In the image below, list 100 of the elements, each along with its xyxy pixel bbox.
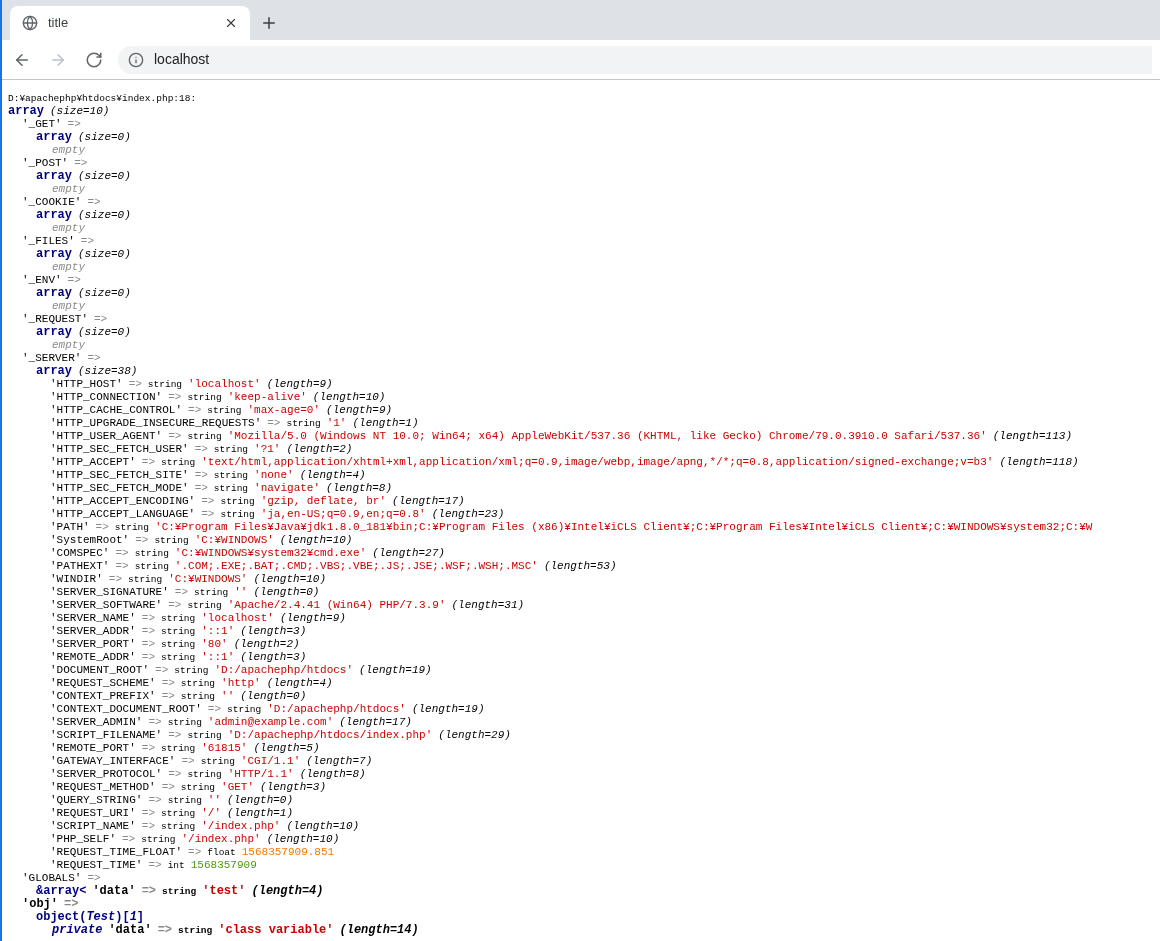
empty-label: empty [52, 261, 85, 274]
type-label: string [180, 690, 216, 703]
string-value: 'localhost' [201, 612, 274, 625]
array-key: 'SERVER_NAME' [50, 612, 136, 625]
array-key: 'SERVER_SIGNATURE' [50, 586, 169, 599]
type-label: string [147, 378, 183, 391]
arrow-operator: => [141, 820, 156, 833]
string-value: '61815' [201, 742, 248, 755]
length-info: (length=0) [240, 690, 307, 703]
type-label: array [36, 248, 72, 261]
type-label: string [187, 599, 222, 612]
array-key: 'REQUEST_URI' [50, 807, 136, 820]
type-label: string [207, 404, 242, 417]
string-value: 'C:¥WINDOWS¥system32¥cmd.exe' [174, 547, 367, 560]
arrow-operator: => [80, 235, 94, 248]
type-label: string [141, 833, 176, 846]
type-label: string [161, 456, 196, 469]
arrow-operator: => [207, 703, 222, 716]
type-label: string [174, 664, 209, 677]
new-tab-icon[interactable] [260, 14, 278, 32]
length-info: (length=4) [251, 885, 324, 898]
type-label: string [162, 885, 197, 898]
string-value: 'class variable' [218, 924, 334, 937]
string-value: 'ja,en-US;q=0.9,en;q=0.8' [260, 508, 426, 521]
array-key: 'HTTP_HOST' [50, 378, 123, 391]
string-value: 'localhost' [188, 378, 261, 391]
string-value: '80' [201, 638, 228, 651]
arrow-operator: => [141, 456, 156, 469]
type-label: object(Test)[1] [36, 911, 145, 924]
address-field[interactable]: localhost [118, 45, 1152, 74]
type-label: array [36, 287, 72, 300]
string-value: '::1' [201, 651, 235, 664]
string-value: 'test' [202, 885, 246, 898]
arrow-operator: => [67, 274, 81, 287]
empty-label: empty [52, 339, 85, 352]
length-info: (length=31) [451, 599, 525, 612]
arrow-operator: => [161, 690, 175, 703]
array-key: 'HTTP_CACHE_CONTROL' [50, 404, 183, 417]
arrow-operator: => [168, 729, 182, 742]
length-info: (length=10) [253, 573, 327, 586]
size-info: (size=10) [50, 105, 110, 118]
length-info: (length=4) [299, 469, 366, 482]
globe-icon [22, 15, 38, 31]
type-label: string [286, 417, 321, 430]
string-value: 'C:¥WINDOWS' [194, 534, 274, 547]
length-info: (length=3) [260, 781, 327, 794]
length-info: (length=1) [352, 417, 419, 430]
string-value: '.COM;.EXE;.BAT;.CMD;.VBS;.VBE;.JS;.JSE;.WSF;.WSH;.MSC' [174, 560, 538, 573]
size-info: (size=0) [78, 170, 131, 183]
length-info: (length=2) [233, 638, 300, 651]
arrow-operator: => [141, 638, 156, 651]
string-value: '/index.php' [201, 820, 281, 833]
array-key: 'HTTP_USER_AGENT' [50, 430, 163, 443]
array-key: 'REQUEST_TIME' [50, 859, 143, 872]
arrow-operator: => [141, 885, 157, 898]
visibility-label: private [52, 924, 103, 937]
string-value: 'C:¥WINDOWS' [168, 573, 248, 586]
array-key: 'REMOTE_PORT' [50, 742, 136, 755]
length-info: (length=17) [392, 495, 465, 508]
string-value: '?1' [254, 443, 281, 456]
string-value: 'admin@example.com' [207, 716, 334, 729]
string-value: 'D:/apachephp/htdocs' [267, 703, 406, 716]
size-info: (size=0) [78, 326, 131, 339]
size-info: (size=0) [78, 248, 131, 261]
type-label: array [36, 209, 72, 222]
type-label: string [213, 443, 249, 456]
type-label: string [161, 612, 196, 625]
length-info: (length=19) [411, 703, 485, 716]
arrow-operator: => [64, 898, 79, 911]
length-info: (length=10) [286, 820, 360, 833]
arrow-operator: => [122, 833, 136, 846]
type-label: array [36, 326, 72, 339]
length-info: (length=9) [266, 378, 333, 391]
arrow-operator: => [148, 716, 162, 729]
array-key: 'data' [92, 885, 136, 898]
size-info: (size=0) [78, 209, 131, 222]
type-label: int [167, 859, 185, 872]
type-label: string [161, 651, 196, 664]
arrow-operator: => [74, 157, 88, 170]
array-key: 'HTTP_UPGRADE_INSECURE_REQUESTS' [50, 417, 262, 430]
array-key: 'PATH' [50, 521, 90, 534]
array-key: 'HTTP_SEC_FETCH_MODE' [50, 482, 189, 495]
array-key: 'data' [108, 924, 152, 937]
string-value: 'Apache/2.4.41 (Win64) PHP/7.3.9' [227, 599, 446, 612]
string-value: 'navigate' [254, 482, 321, 495]
array-key: 'SystemRoot' [50, 534, 130, 547]
type-label: string [180, 677, 216, 690]
browser-tab[interactable]: title [10, 6, 250, 40]
array-key: 'HTTP_SEC_FETCH_SITE' [50, 469, 189, 482]
arrow-operator: => [201, 508, 215, 521]
arrow-operator: => [141, 612, 156, 625]
string-value: '' [221, 690, 235, 703]
string-value: 'D:/apachephp/htdocs' [214, 664, 354, 677]
length-info: (length=5) [253, 742, 320, 755]
close-icon[interactable] [224, 16, 238, 30]
string-value: 'CGI/1.1' [240, 755, 301, 768]
type-label: string [227, 703, 262, 716]
length-info: (length=14) [339, 924, 419, 937]
file-location: D:¥apachephp¥htdocs¥index.php:18: [8, 92, 198, 105]
array-key: 'COMSPEC' [50, 547, 110, 560]
